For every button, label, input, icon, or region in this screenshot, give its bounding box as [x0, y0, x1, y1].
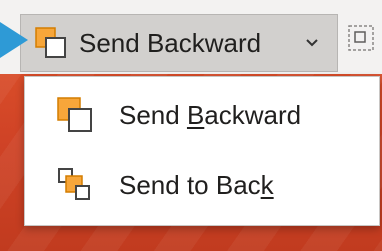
group-objects-icon[interactable]: [345, 22, 381, 58]
send-backward-icon: [53, 93, 97, 137]
split-button-label: Send Backward: [79, 27, 262, 58]
slide-bottom-edge: [0, 226, 382, 251]
label-text: Send to Bac: [119, 169, 261, 200]
label-text: ackward: [204, 99, 302, 130]
access-key: B: [186, 99, 205, 130]
chevron-down-icon[interactable]: [301, 32, 323, 54]
send-backward-menu: Send Backward Send to Back: [24, 76, 380, 226]
label-text: Send: [119, 99, 187, 130]
send-to-back-icon: [53, 163, 97, 207]
pointer-arrow-icon: [0, 22, 28, 58]
access-key: k: [260, 169, 274, 200]
send-backward-icon: [31, 23, 71, 63]
send-backward-split-button[interactable]: Send Backward: [20, 14, 338, 72]
menu-item-label: Send Backward: [119, 100, 301, 131]
menu-item-label: Send to Back: [119, 170, 274, 201]
menu-item-send-to-back[interactable]: Send to Back: [25, 151, 379, 219]
menu-item-send-backward[interactable]: Send Backward: [25, 81, 379, 149]
